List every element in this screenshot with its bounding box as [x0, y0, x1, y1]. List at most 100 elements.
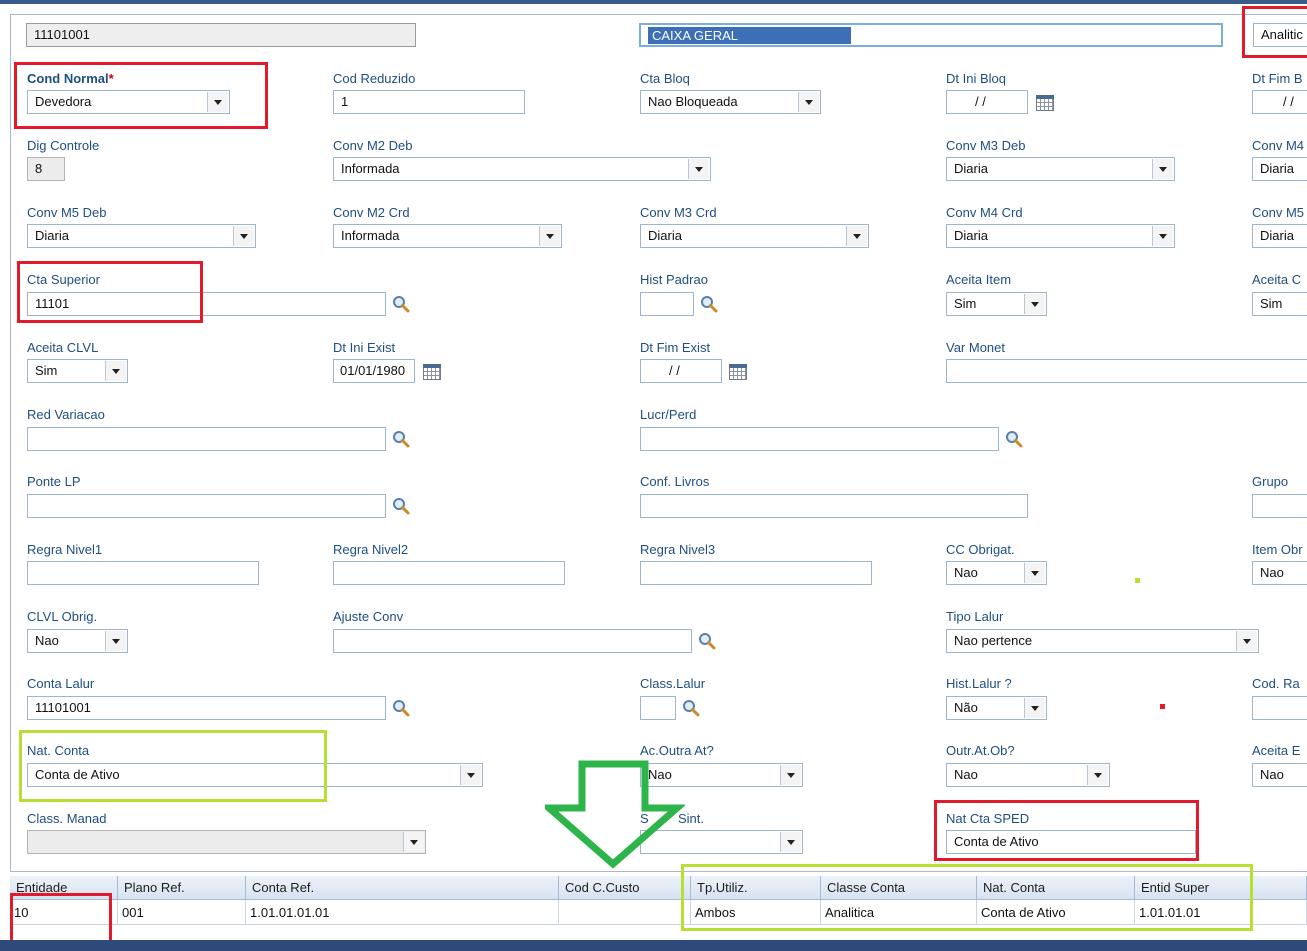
nat-cta-sped-field[interactable]: Conta de Ativo [946, 830, 1196, 854]
outr-at-ob-value: Nao [954, 767, 978, 782]
cond-normal-select[interactable]: Devedora [27, 90, 230, 114]
dropdown-arrow-icon[interactable] [1152, 159, 1173, 179]
descricao-field[interactable]: CAIXA GERAL [639, 23, 1223, 47]
reference-grid: Entidade Plano Ref. Conta Ref. Cod C.Cus… [10, 876, 1307, 932]
conv-m4-crd-select[interactable]: Diaria [946, 224, 1175, 248]
classe-select[interactable]: Analitic [1253, 23, 1307, 47]
nat-conta-select[interactable]: Conta de Ativo [27, 763, 483, 787]
conv-m2-deb-select[interactable]: Informada [333, 157, 711, 181]
dt-fim-exist-field[interactable]: / / [640, 359, 722, 383]
dropdown-arrow-icon[interactable] [460, 765, 481, 785]
dropdown-arrow-icon[interactable] [1152, 226, 1173, 246]
tipo-lalur-select[interactable]: Nao pertence [946, 629, 1259, 653]
regra-nivel2-field[interactable] [333, 561, 565, 585]
search-icon[interactable] [681, 698, 701, 718]
conv-m3-crd-select[interactable]: Diaria [640, 224, 869, 248]
aceita-clvl-select[interactable]: Sim [27, 359, 128, 383]
item-obrig-select[interactable]: Nao [1252, 561, 1307, 585]
cta-bloq-select[interactable]: Nao Bloqueada [640, 90, 821, 114]
dropdown-arrow-icon[interactable] [403, 832, 424, 852]
grupo-field[interactable] [1252, 494, 1307, 518]
grid-cell[interactable]: 001 [118, 900, 246, 925]
calendar-icon[interactable] [729, 364, 747, 380]
calendar-icon[interactable] [1036, 95, 1054, 111]
dropdown-arrow-icon[interactable] [207, 92, 228, 112]
ajuste-conv-field[interactable] [333, 629, 692, 653]
dropdown-arrow-icon[interactable] [1087, 765, 1108, 785]
grid-header[interactable]: Conta Ref. [246, 876, 559, 900]
grid-header[interactable]: Entidade [10, 876, 118, 900]
class-lalur-field[interactable] [640, 696, 676, 720]
search-icon[interactable] [391, 294, 411, 314]
dropdown-arrow-icon[interactable] [1236, 631, 1257, 651]
dropdown-arrow-icon[interactable] [798, 92, 819, 112]
dropdown-arrow-icon[interactable] [539, 226, 560, 246]
ponte-lp-field[interactable] [27, 494, 386, 518]
conv-m2-crd-select[interactable]: Informada [333, 224, 562, 248]
search-icon[interactable] [699, 294, 719, 314]
dropdown-arrow-icon[interactable] [233, 226, 254, 246]
dropdown-arrow-icon[interactable] [105, 361, 126, 381]
search-icon[interactable] [391, 496, 411, 516]
conta-field[interactable]: 11101001 [26, 23, 416, 47]
grid-cell[interactable]: 10 [10, 900, 118, 925]
hist-lalur-select[interactable]: Não [946, 696, 1047, 720]
aceita-cc-select[interactable]: Sim [1252, 292, 1307, 316]
aceita-e-select[interactable]: Nao [1252, 763, 1307, 787]
grid-cell[interactable]: Analitica [821, 900, 977, 925]
conta-lalur-field[interactable]: 11101001 [27, 696, 386, 720]
grid-header[interactable]: Tp.Utiliz. [691, 876, 821, 900]
dt-fim-bloq-field[interactable]: / / [1252, 90, 1307, 114]
cta-superior-field[interactable]: 11101 [27, 292, 386, 316]
search-icon[interactable] [391, 429, 411, 449]
grid-header[interactable]: Classe Conta [821, 876, 977, 900]
conv-m3-crd-value: Diaria [648, 228, 682, 243]
cod-ra-field[interactable] [1252, 696, 1307, 720]
regra-nivel3-field[interactable] [640, 561, 872, 585]
grid-cell[interactable]: 1.01.01.01.01 [246, 900, 559, 925]
dt-ini-bloq-field[interactable]: / / [946, 90, 1028, 114]
cod-reduzido-field[interactable]: 1 [333, 90, 525, 114]
conv-m3-deb-select[interactable]: Diaria [946, 157, 1175, 181]
grid-cell[interactable]: 1.01.01.01 [1135, 900, 1307, 925]
dt-ini-exist-field[interactable]: 01/01/1980 [333, 359, 415, 383]
dropdown-arrow-icon[interactable] [846, 226, 867, 246]
dropdown-arrow-icon[interactable] [105, 631, 126, 651]
grid-header[interactable]: Nat. Conta [977, 876, 1135, 900]
grid-cell[interactable]: Conta de Ativo [977, 900, 1135, 925]
grid-header[interactable]: Plano Ref. [118, 876, 246, 900]
grid-cell[interactable]: Ambos [691, 900, 821, 925]
conv-m5-deb-select[interactable]: Diaria [27, 224, 256, 248]
cc-obrigat-select[interactable]: Nao [946, 561, 1047, 585]
clvl-obrig-select[interactable]: Nao [27, 629, 128, 653]
dropdown-arrow-icon[interactable] [780, 765, 801, 785]
dropdown-arrow-icon[interactable] [1024, 563, 1045, 583]
conv-m4-deb-select[interactable]: Diaria [1252, 157, 1307, 181]
lucr-perd-field[interactable] [640, 427, 999, 451]
dig-controle-field[interactable]: 8 [27, 157, 65, 181]
red-variacao-field[interactable] [27, 427, 386, 451]
grid-header[interactable]: Cod C.Custo [559, 876, 691, 900]
regra-nivel1-field[interactable] [27, 561, 259, 585]
search-icon[interactable] [1004, 429, 1024, 449]
conv-m4-deb-label: Conv M4 [1252, 138, 1305, 153]
outr-at-ob-select[interactable]: Nao [946, 763, 1110, 787]
cc-obrigat-value: Nao [954, 565, 978, 580]
search-icon[interactable] [391, 698, 411, 718]
hist-padrao-field[interactable] [640, 292, 694, 316]
grid-cell[interactable] [559, 900, 691, 925]
cta-bloq-value: Nao Bloqueada [648, 94, 738, 109]
nat-conta-value: Conta de Ativo [35, 767, 120, 782]
dropdown-arrow-icon[interactable] [1024, 698, 1045, 718]
dropdown-arrow-icon[interactable] [688, 159, 709, 179]
dropdown-arrow-icon[interactable] [1024, 294, 1045, 314]
dropdown-arrow-icon[interactable] [780, 832, 801, 852]
conf-livros-field[interactable] [640, 494, 1028, 518]
grid-header[interactable]: Entid Super [1135, 876, 1307, 900]
search-icon[interactable] [697, 631, 717, 651]
var-monet-field[interactable] [946, 359, 1307, 383]
calendar-icon[interactable] [423, 364, 441, 380]
conv-m5-crd-select[interactable]: Diaria [1252, 224, 1307, 248]
aceita-item-select[interactable]: Sim [946, 292, 1047, 316]
class-manad-select[interactable] [27, 830, 426, 854]
